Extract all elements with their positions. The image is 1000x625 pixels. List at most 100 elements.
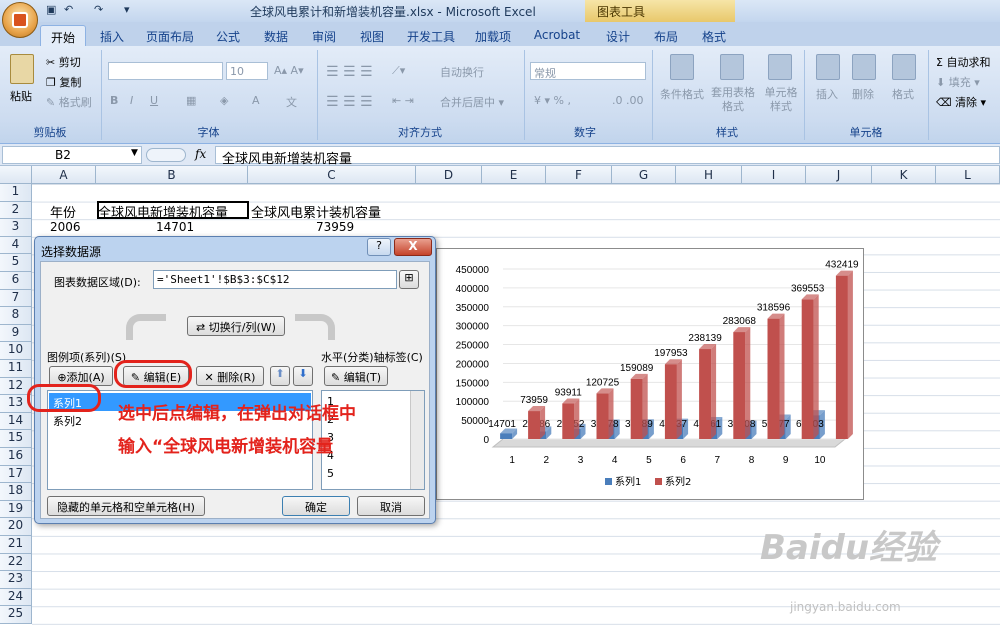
font-name-combo[interactable]: [108, 62, 223, 80]
row-header[interactable]: 10: [0, 342, 32, 360]
hidden-cells-button[interactable]: 隐藏的单元格和空单元格(H): [47, 496, 205, 516]
row-header[interactable]: 22: [0, 553, 32, 572]
row-header[interactable]: 19: [0, 500, 32, 519]
column-header[interactable]: A: [32, 166, 96, 184]
column-header[interactable]: F: [546, 166, 612, 184]
edit-axis-button[interactable]: ✎ 编辑(T): [324, 366, 388, 386]
quick-access-dropdown-icon[interactable]: ▾: [124, 3, 130, 19]
delete-cells-button[interactable]: 删除: [852, 86, 874, 102]
row-header[interactable]: 15: [0, 430, 32, 448]
table-format-icon[interactable]: [720, 54, 744, 80]
currency-icon[interactable]: ¥ ▾ % ,: [534, 94, 571, 107]
row-header[interactable]: 21: [0, 536, 32, 554]
paste-button[interactable]: 粘贴: [10, 88, 32, 104]
row-header[interactable]: 4: [0, 236, 32, 255]
column-header[interactable]: K: [872, 166, 936, 184]
fx-icon[interactable]: fx: [195, 147, 206, 161]
table-format-button[interactable]: 套用表格格式: [708, 86, 758, 114]
row-header[interactable]: 16: [0, 448, 32, 466]
tab-data[interactable]: 数据: [256, 25, 296, 46]
italic-icon[interactable]: I: [130, 94, 133, 107]
format-cells-button[interactable]: 格式: [892, 86, 914, 102]
decimal-icon[interactable]: .0 .00: [612, 94, 644, 107]
move-down-icon[interactable]: ⬇: [293, 366, 313, 386]
conditional-format-icon[interactable]: [670, 54, 694, 80]
tab-view[interactable]: 视图: [352, 25, 392, 46]
row-header[interactable]: 14: [0, 412, 32, 431]
paste-icon[interactable]: [10, 54, 34, 84]
row-header[interactable]: 23: [0, 571, 32, 589]
fill-button[interactable]: ⬇ 填充 ▾: [936, 74, 980, 90]
switch-row-column-button[interactable]: ⇄ 切换行/列(W): [187, 316, 285, 336]
column-header[interactable]: C: [248, 166, 416, 184]
align-top-icon[interactable]: ☰ ☰ ☰: [326, 64, 373, 80]
tab-layout[interactable]: 布局: [646, 25, 686, 46]
select-all-corner[interactable]: [0, 166, 32, 184]
cancel-button[interactable]: 取消: [357, 496, 425, 516]
row-header[interactable]: 9: [0, 324, 32, 343]
font-size-combo[interactable]: 10: [226, 62, 268, 80]
chart-area[interactable]: 0 50000 100000 150000 200000 250000 300000 3500…: [436, 248, 864, 500]
cell-style-icon[interactable]: [768, 54, 792, 80]
office-button[interactable]: [2, 2, 38, 38]
cell-c3[interactable]: 73959: [316, 220, 354, 234]
insert-cells-icon[interactable]: [816, 54, 840, 80]
indent-icon[interactable]: ⇤ ⇥: [392, 94, 414, 107]
row-header[interactable]: 8: [0, 307, 32, 325]
conditional-format-button[interactable]: 条件格式: [660, 86, 704, 102]
formula-bar-grip[interactable]: [146, 148, 186, 162]
delete-cells-icon[interactable]: [852, 54, 876, 80]
cell-a2[interactable]: 年份: [50, 202, 76, 221]
row-header[interactable]: 1: [0, 184, 32, 202]
tab-acrobat[interactable]: Acrobat: [528, 25, 586, 46]
add-series-button[interactable]: ⊕添加(A): [49, 366, 113, 386]
column-header[interactable]: G: [612, 166, 676, 184]
column-header[interactable]: B: [96, 166, 248, 184]
row-header[interactable]: 3: [0, 219, 32, 237]
cell-b2[interactable]: 全球风电新增装机容量: [98, 202, 228, 221]
column-header[interactable]: J: [806, 166, 872, 184]
wrap-text-button[interactable]: 自动换行: [440, 64, 484, 80]
tab-insert[interactable]: 插入: [92, 25, 132, 46]
column-header[interactable]: H: [676, 166, 742, 184]
cell-c2[interactable]: 全球风电累计装机容量: [251, 202, 381, 221]
tab-formulas[interactable]: 公式: [208, 25, 248, 46]
autosum-button[interactable]: Σ 自动求和: [936, 54, 990, 70]
orientation-icon[interactable]: ⟋▾: [392, 64, 405, 78]
phonetic-icon[interactable]: 文: [286, 94, 297, 110]
clear-button[interactable]: ⌫ 清除 ▾: [936, 94, 986, 110]
row-header[interactable]: 24: [0, 588, 32, 607]
row-header[interactable]: 20: [0, 518, 32, 536]
ok-button[interactable]: 确定: [282, 496, 350, 516]
column-header[interactable]: I: [742, 166, 806, 184]
row-header[interactable]: 25: [0, 606, 32, 624]
tab-addins[interactable]: 加载项: [468, 25, 518, 46]
save-icon[interactable]: ▣: [46, 3, 56, 19]
tab-design[interactable]: 设计: [598, 25, 638, 46]
align-left-icon[interactable]: ☰ ☰ ☰: [326, 94, 373, 110]
grow-font-icon[interactable]: A▴ A▾: [274, 64, 304, 77]
insert-cells-button[interactable]: 插入: [816, 86, 838, 102]
tab-home[interactable]: 开始: [40, 25, 86, 46]
range-picker-icon[interactable]: ⊞: [399, 270, 419, 289]
cell-a3[interactable]: 2006: [50, 220, 81, 234]
axis-list-scrollbar[interactable]: [410, 391, 424, 489]
column-header[interactable]: D: [416, 166, 482, 184]
close-button[interactable]: X: [394, 238, 432, 256]
number-format-combo[interactable]: 常规: [530, 62, 646, 80]
range-input[interactable]: ='Sheet1'!$B$3:$C$12: [153, 270, 397, 289]
tab-review[interactable]: 审阅: [304, 25, 344, 46]
tab-format[interactable]: 格式: [694, 25, 734, 46]
column-header[interactable]: L: [936, 166, 1000, 184]
fill-color-icon[interactable]: ◈: [220, 94, 228, 107]
tab-developer[interactable]: 开发工具: [402, 25, 460, 46]
formula-input[interactable]: 全球风电新增装机容量: [215, 146, 1000, 167]
move-up-icon[interactable]: ⬆: [270, 366, 290, 386]
row-header[interactable]: 7: [0, 289, 32, 308]
row-header[interactable]: 6: [0, 272, 32, 290]
row-header[interactable]: 18: [0, 483, 32, 501]
list-item[interactable]: 5: [323, 465, 338, 483]
cell-b3[interactable]: 14701: [156, 220, 194, 234]
remove-series-button[interactable]: ✕ 删除(R): [196, 366, 264, 386]
cell-style-button[interactable]: 单元格样式: [762, 86, 800, 114]
